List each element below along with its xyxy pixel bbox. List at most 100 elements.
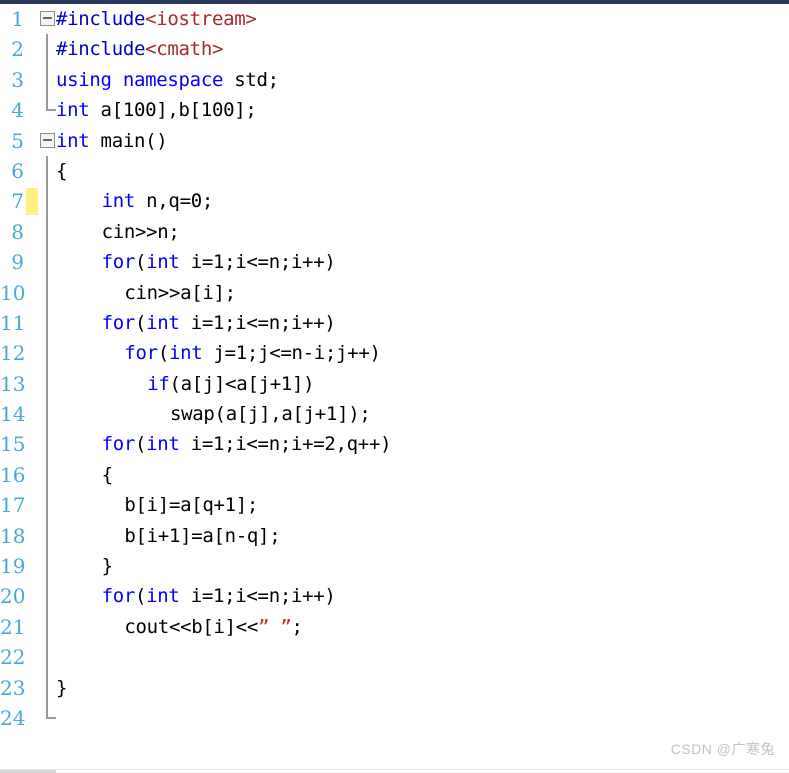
- code-token-plain: (: [135, 251, 147, 274]
- code-token-kw: if: [147, 372, 170, 395]
- line-number: 22: [0, 645, 26, 670]
- code-text[interactable]: #include<cmath>: [56, 34, 223, 64]
- code-text[interactable]: b[i+1]=a[n-q];: [124, 521, 280, 551]
- line-number: 16: [0, 462, 26, 487]
- code-token-kw: int: [168, 342, 203, 365]
- code-line[interactable]: 4 int a[100],b[100];: [0, 95, 789, 125]
- code-line[interactable]: 13 if(a[j]<a[j+1]): [0, 368, 789, 400]
- code-text[interactable]: int n,q=0;: [102, 186, 214, 216]
- fold-guide-line: [46, 155, 48, 187]
- line-number: 24: [0, 705, 26, 730]
- fold-guide-line: [46, 338, 48, 369]
- fold-guide-line: [46, 642, 48, 673]
- fold-guide-line: [46, 611, 48, 643]
- code-text[interactable]: int main(): [56, 126, 168, 156]
- code-token-plain: i=1;i<=n;i+=2,q++): [179, 433, 392, 456]
- code-text[interactable]: for(int i=1;i<=n;i++): [102, 581, 336, 611]
- code-text[interactable]: if(a[j]<a[j+1]): [147, 369, 314, 399]
- code-token-plain: n,q=0;: [135, 190, 213, 213]
- line-number: 8: [11, 219, 24, 244]
- code-token-pre: #include: [56, 8, 146, 30]
- code-text[interactable]: cin>>a[i];: [124, 278, 236, 308]
- code-text[interactable]: cin>>n;: [102, 217, 180, 247]
- code-token-kw: int: [146, 585, 180, 608]
- code-line[interactable]: 9 for(int i=1;i<=n;i++): [0, 247, 789, 278]
- code-token-kw: for: [101, 433, 136, 456]
- code-token-plain: swap(a[j],a[j+1]);: [170, 403, 371, 426]
- code-line[interactable]: 11 for(int i=1;i<=n;i++): [0, 307, 789, 339]
- code-token-plain: (: [157, 342, 169, 365]
- code-line[interactable]: 19}: [0, 551, 789, 582]
- line-number: 15: [0, 432, 26, 457]
- code-text[interactable]: }: [102, 551, 113, 581]
- code-token-plain: (: [135, 311, 147, 334]
- code-line[interactable]: 17 b[i]=a[q+1];: [0, 490, 789, 521]
- code-line[interactable]: 2 #include<cmath>: [0, 34, 789, 65]
- code-text[interactable]: {: [102, 460, 113, 490]
- code-line[interactable]: 12 for(int j=1;j<=n-i;j++): [0, 338, 789, 369]
- fold-collapse-icon[interactable]: [40, 132, 55, 148]
- code-text[interactable]: for(int j=1;j<=n-i;j++): [124, 338, 381, 368]
- code-text[interactable]: for(int i=1;i<=n;i++): [102, 308, 336, 338]
- fold-guide-line: [46, 551, 48, 582]
- code-line[interactable]: 1 #include<iostream>: [0, 4, 789, 34]
- code-text[interactable]: for(int i=1;i<=n;i++): [102, 247, 336, 277]
- code-editor[interactable]: 1 #include<iostream> 2 #include<cmath> 3 usin…: [0, 0, 789, 773]
- code-text[interactable]: using namespace std;: [56, 65, 279, 95]
- fold-guide-line: [46, 307, 48, 339]
- code-line[interactable]: 6{: [0, 155, 789, 187]
- fold-guide-line: [46, 247, 48, 278]
- code-lines-container[interactable]: 1 #include<iostream> 2 #include<cmath> 3 usin…: [0, 4, 789, 733]
- fold-guide-line: [46, 64, 48, 96]
- code-token-plain: (: [135, 433, 147, 456]
- code-line[interactable]: 15 for(int i=1;i<=n;i+=2,q++): [0, 429, 789, 460]
- code-text[interactable]: #include<iostream>: [56, 4, 257, 34]
- line-number: 11: [0, 310, 26, 335]
- code-text[interactable]: for(int i=1;i<=n;i+=2,q++): [102, 429, 392, 459]
- fold-collapse-icon[interactable]: [40, 11, 55, 26]
- fold-guide-line: [46, 490, 48, 521]
- code-text[interactable]: b[i]=a[q+1];: [124, 490, 258, 520]
- code-token-plain: b[i]=a[q+1];: [124, 494, 259, 517]
- fold-guide-line: [46, 672, 48, 703]
- code-line[interactable]: 3 using namespace std;: [0, 64, 789, 96]
- code-line[interactable]: 22: [0, 642, 789, 673]
- code-text[interactable]: }: [56, 673, 67, 703]
- code-token-plain: main(): [89, 129, 168, 152]
- code-text[interactable]: swap(a[j],a[j+1]);: [170, 399, 371, 429]
- code-token-hdr: <iostream>: [145, 8, 257, 30]
- fold-guide-line: [46, 368, 48, 400]
- code-line[interactable]: 20 for(int i=1;i<=n;i++): [0, 581, 789, 612]
- code-text[interactable]: int a[100],b[100];: [56, 95, 257, 125]
- code-line[interactable]: 21 cout<<b[i]<<” ”;: [0, 611, 789, 643]
- line-number: 13: [0, 371, 26, 396]
- code-token-hdr: <cmath>: [145, 38, 224, 61]
- code-line[interactable]: 16 {: [0, 459, 789, 491]
- fold-guide-line: [46, 581, 48, 612]
- code-line[interactable]: 14 swap(a[j],a[j+1]);: [0, 399, 789, 430]
- code-line[interactable]: 8 cin>>n;: [0, 216, 789, 248]
- code-text[interactable]: {: [56, 156, 67, 186]
- line-number: 14: [0, 402, 26, 427]
- code-token-str: ” ”: [258, 615, 292, 638]
- line-number: 19: [0, 554, 26, 579]
- line-number: 20: [0, 584, 26, 609]
- window-bottom-strip: [0, 769, 789, 773]
- code-line[interactable]: 7 int n,q=0;: [0, 186, 789, 217]
- code-line[interactable]: 24: [0, 702, 789, 733]
- code-line[interactable]: 10 cin>>a[i];: [0, 277, 789, 308]
- code-line[interactable]: 18 b[i+1]=a[n-q];: [0, 520, 789, 552]
- code-token-plain: (a[j]<a[j+1]): [169, 372, 315, 395]
- modified-line-marker: [26, 188, 38, 216]
- code-token-plain: cout<<b[i]<<: [124, 615, 259, 638]
- code-line[interactable]: 23}: [0, 672, 789, 703]
- line-number: 1: [11, 7, 24, 31]
- code-token-plain: cin>>a[i];: [124, 281, 236, 304]
- line-number: 9: [11, 250, 24, 275]
- code-token-kw: int: [56, 99, 90, 122]
- code-token-kw: using: [56, 68, 112, 91]
- code-token-plain: {: [56, 159, 68, 182]
- code-token-plain: i=1;i<=n;i++): [179, 251, 336, 274]
- code-line[interactable]: 5 int main(): [0, 126, 789, 156]
- code-text[interactable]: cout<<b[i]<<” ”;: [124, 612, 303, 642]
